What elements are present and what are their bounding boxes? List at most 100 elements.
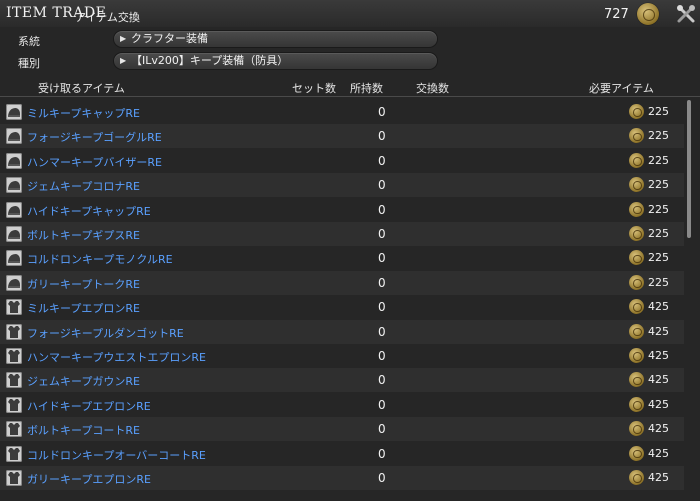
category-value: クラフター装備	[131, 32, 208, 45]
item-name[interactable]: ボルトキープギプスRE	[27, 227, 140, 243]
column-trade-count[interactable]: 交換数	[416, 80, 449, 96]
scrip-icon	[629, 323, 644, 339]
owned-count: 0	[378, 397, 386, 412]
required-cost: 225	[648, 178, 669, 192]
scrip-icon	[629, 470, 644, 485]
dropdown-arrow-icon: ▶	[120, 56, 127, 65]
owned-count: 0	[378, 251, 386, 266]
scrollbar[interactable]	[687, 100, 691, 238]
item-name[interactable]: ジェムキープコロナRE	[27, 178, 140, 194]
item-name[interactable]: ハンマーキープウエストエプロンRE	[27, 349, 206, 365]
required-cost: 425	[648, 349, 669, 362]
column-required[interactable]: 必要アイテム	[589, 80, 654, 96]
item-name[interactable]: ガリーキープエプロンRE	[27, 471, 151, 487]
column-owned[interactable]: 所持数	[350, 80, 383, 96]
list-item[interactable]: ガリーキープエプロンRE 0 425	[0, 466, 684, 490]
list-item[interactable]: コルドロンキープオーバーコートRE 0 425	[0, 442, 684, 466]
list-item[interactable]: ハイドキープエプロンRE 0 425	[0, 393, 684, 417]
owned-count: 0	[378, 105, 386, 119]
list-item[interactable]: ミルキープキャップRE 0 225	[0, 100, 684, 124]
scrip-icon	[629, 177, 644, 193]
item-name[interactable]: コルドロンキープオーバーコートRE	[27, 447, 206, 463]
list-item[interactable]: ガリーキープトークRE 0 225	[0, 270, 684, 295]
owned-count: 0	[378, 373, 386, 388]
type-dropdown[interactable]: ▶ 【ILv200】キープ装備（防具）	[113, 52, 438, 70]
owned-count: 0	[378, 178, 386, 193]
required-cost: 225	[648, 202, 669, 216]
owned-count: 0	[378, 129, 386, 144]
scrip-icon	[629, 445, 644, 461]
item-name[interactable]: フォージキープゴーグルRE	[27, 129, 162, 145]
required-cost: 225	[648, 153, 669, 167]
required-cost: 425	[648, 324, 669, 338]
head-gear-icon	[6, 201, 22, 218]
filter-label-type: 種別	[18, 57, 40, 70]
scrip-icon	[637, 3, 659, 25]
list-item[interactable]: ジェムキープガウンRE 0 425	[0, 368, 684, 393]
tools-icon[interactable]	[676, 4, 696, 24]
body-gear-icon	[6, 421, 22, 438]
required-cost: 425	[648, 300, 669, 314]
list-item[interactable]: ハンマーキープウエストエプロンRE 0 425	[0, 344, 684, 368]
body-gear-icon	[6, 445, 22, 462]
list-item[interactable]: ハンマーキープバイザーRE 0 225	[0, 149, 684, 173]
head-gear-icon	[6, 152, 22, 169]
list-item[interactable]: コルドロンキープモノクルRE 0 225	[0, 246, 684, 270]
item-name[interactable]: ハイドキープエプロンRE	[27, 398, 151, 414]
table-header: 受け取るアイテム セット数 所持数 交換数 必要アイテム	[0, 76, 700, 97]
head-gear-icon	[6, 128, 22, 145]
scrip-icon	[629, 421, 644, 437]
owned-count: 0	[378, 324, 386, 339]
window-subtitle: アイテム交換	[75, 11, 140, 24]
owned-count: 0	[378, 422, 386, 437]
list-item[interactable]: ボルトキープコートRE 0 425	[0, 417, 684, 442]
head-gear-icon	[6, 226, 22, 242]
list-item[interactable]: ボルトキープギプスRE 0 225	[0, 222, 684, 246]
dropdown-arrow-icon: ▶	[120, 34, 127, 43]
item-name[interactable]: ボルトキープコートRE	[27, 422, 140, 438]
owned-count: 0	[378, 202, 386, 217]
scrip-icon	[629, 274, 644, 290]
required-cost: 225	[648, 227, 669, 240]
owned-count: 0	[378, 471, 386, 485]
item-name[interactable]: ハイドキープキャップRE	[27, 203, 151, 219]
category-dropdown[interactable]: ▶ クラフター装備	[113, 30, 438, 48]
required-cost: 425	[648, 397, 669, 411]
required-cost: 425	[648, 471, 669, 484]
column-item[interactable]: 受け取るアイテム	[38, 80, 125, 96]
type-value: 【ILv200】キープ装備（防具）	[131, 54, 289, 67]
list-item[interactable]: ミルキープエプロンRE 0 425	[0, 295, 684, 319]
owned-count: 0	[378, 153, 386, 168]
item-name[interactable]: ミルキープキャップRE	[27, 105, 140, 121]
list-item[interactable]: ハイドキープキャップRE 0 225	[0, 198, 684, 222]
owned-count: 0	[378, 300, 386, 315]
owned-count: 0	[378, 275, 386, 290]
list-item[interactable]: フォージキープルダンゴットRE 0 425	[0, 319, 684, 344]
body-gear-icon	[6, 396, 22, 413]
required-cost: 225	[648, 251, 669, 265]
column-set-count[interactable]: セット数	[292, 80, 336, 96]
required-cost: 425	[648, 373, 669, 387]
owned-count: 0	[378, 446, 386, 461]
scrip-icon	[629, 348, 644, 363]
currency-count: 727	[604, 7, 629, 22]
scrip-icon	[629, 299, 644, 315]
item-name[interactable]: フォージキープルダンゴットRE	[27, 325, 184, 341]
owned-count: 0	[378, 227, 386, 241]
item-name[interactable]: ミルキープエプロンRE	[27, 300, 140, 316]
scrip-icon	[629, 226, 644, 241]
item-name[interactable]: ガリーキープトークRE	[27, 276, 140, 292]
owned-count: 0	[378, 349, 386, 363]
list-item[interactable]: ジェムキープコロナRE 0 225	[0, 173, 684, 198]
title-bar: ITEM TRADE アイテム交換 727	[0, 0, 700, 27]
head-gear-icon	[6, 104, 22, 120]
scrip-icon	[629, 250, 644, 266]
item-name[interactable]: コルドロンキープモノクルRE	[27, 251, 173, 267]
body-gear-icon	[6, 299, 22, 316]
item-name[interactable]: ジェムキープガウンRE	[27, 373, 140, 389]
list-item[interactable]: フォージキープゴーグルRE 0 225	[0, 124, 684, 149]
item-name[interactable]: ハンマーキープバイザーRE	[27, 154, 162, 170]
head-gear-icon	[6, 250, 22, 267]
required-cost: 225	[648, 105, 669, 118]
scrip-icon	[629, 104, 644, 119]
